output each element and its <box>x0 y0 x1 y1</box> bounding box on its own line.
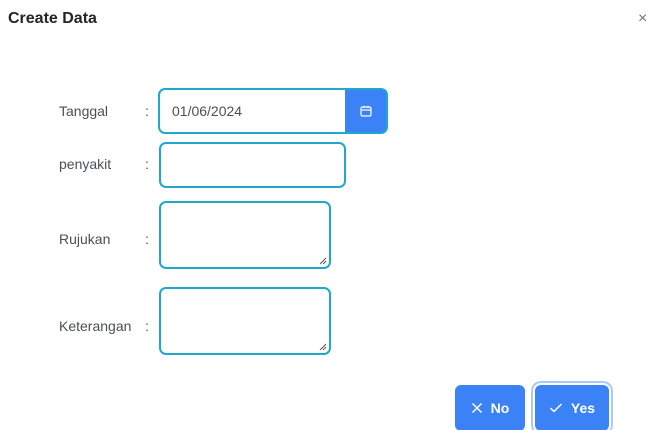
dialog-title: Create Data <box>8 10 97 27</box>
keterangan-colon: : <box>145 318 149 334</box>
keterangan-label: Keterangan <box>59 318 132 334</box>
no-button-label: No <box>490 400 510 416</box>
tanggal-date-picker: 01/06/2024 <box>158 88 388 134</box>
rujukan-colon: : <box>145 231 149 247</box>
penyakit-input[interactable] <box>159 142 346 188</box>
keterangan-textarea[interactable] <box>159 287 331 355</box>
rujukan-label: Rujukan <box>59 231 111 247</box>
calendar-icon <box>359 105 372 117</box>
penyakit-label: penyakit <box>59 156 112 172</box>
resize-handle-icon[interactable] <box>319 343 327 351</box>
yes-button[interactable]: Yes <box>535 385 609 430</box>
rujukan-textarea[interactable] <box>159 201 331 269</box>
no-button[interactable]: No <box>455 385 525 430</box>
tanggal-colon: : <box>145 103 149 119</box>
tanggal-label: Tanggal <box>59 103 109 119</box>
yes-button-label: Yes <box>570 400 596 416</box>
resize-handle-icon[interactable] <box>319 257 327 265</box>
times-icon <box>471 402 482 414</box>
tanggal-input[interactable]: 01/06/2024 <box>158 88 345 134</box>
calendar-button[interactable] <box>345 88 388 134</box>
close-icon[interactable]: × <box>638 10 647 28</box>
create-data-dialog: Create Data × Tanggal : 01/06/2024 penya… <box>0 0 649 430</box>
penyakit-colon: : <box>145 156 149 172</box>
check-icon <box>549 403 562 413</box>
